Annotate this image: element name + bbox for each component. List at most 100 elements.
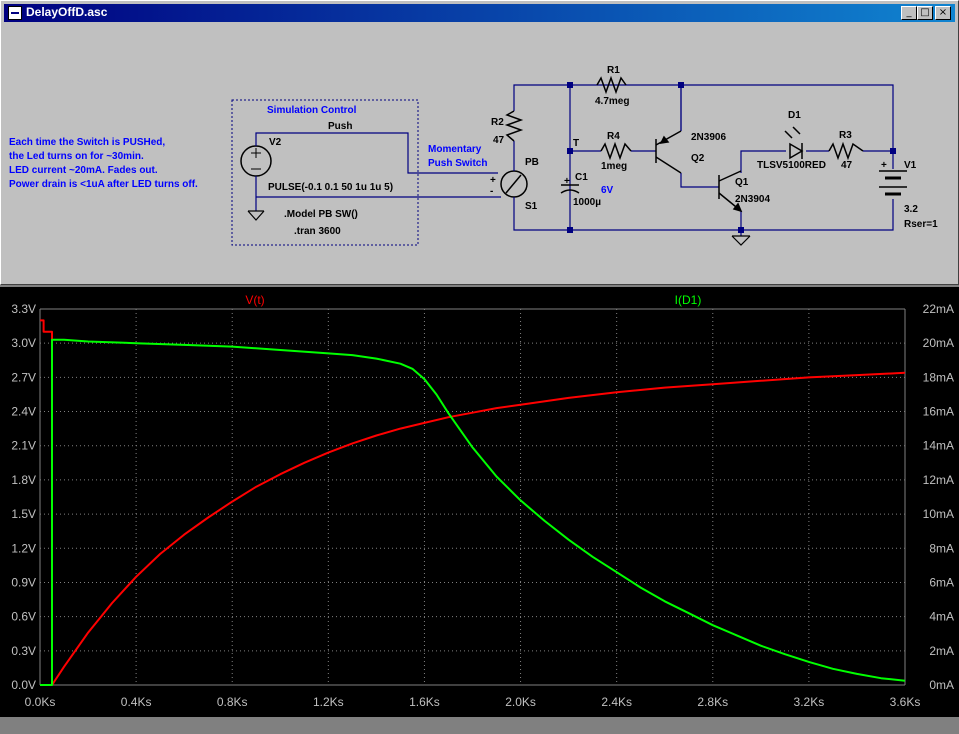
schematic-canvas[interactable]: Each time the Switch is PUSHed, the Led … xyxy=(4,24,955,282)
node-6v-label: 6V xyxy=(601,185,614,196)
right-axis-tick-label: 12mA xyxy=(923,473,954,487)
right-axis-tick-label: 8mA xyxy=(929,541,954,555)
trace-label-id1[interactable]: I(D1) xyxy=(675,293,702,307)
left-axis-tick-label: 2.4V xyxy=(11,405,36,419)
q2-name: Q2 xyxy=(691,153,705,164)
left-axis-tick-label: 3.0V xyxy=(11,336,36,350)
v2-value: PULSE(-0.1 0.1 50 1u 1u 5) xyxy=(268,182,393,193)
right-axis-tick-label: 0mA xyxy=(929,678,954,692)
r4-value: 1meg xyxy=(601,161,627,172)
v1-plus: + xyxy=(881,160,887,171)
q1-model: 2N3904 xyxy=(735,194,770,205)
window-title: DelayOffD.asc xyxy=(26,5,108,19)
waveform-plot-window[interactable]: 0.0V 0.3V 0.6V 0.9V 1.2V 1.5V 1.8V 2.1V 2.4V 2.7V… xyxy=(0,287,959,717)
r4-resistor-symbol[interactable] xyxy=(600,141,632,161)
left-axis-tick-label: 0.0V xyxy=(11,678,36,692)
r3-resistor-symbol[interactable] xyxy=(828,141,864,161)
note-line: the Led turns on for ~30min. xyxy=(9,151,144,162)
trace-label-vt[interactable]: V(t) xyxy=(245,293,264,307)
x-axis-tick-label: 0.4Ks xyxy=(121,695,152,709)
left-axis-tick-label: 1.5V xyxy=(11,507,36,521)
left-axis-tick-label: 1.8V xyxy=(11,473,36,487)
note-line: Each time the Switch is PUSHed, xyxy=(9,137,165,148)
right-axis-tick-label: 10mA xyxy=(923,507,954,521)
plot-traces[interactable] xyxy=(40,319,906,686)
x-axis-tick-label: 1.6Ks xyxy=(409,695,440,709)
switch-minus: - xyxy=(490,186,493,197)
note-line: LED current ~20mA. Fades out. xyxy=(9,165,158,176)
x-axis-tick-label: 3.6Ks xyxy=(890,695,921,709)
right-axis-tick-label: 18mA xyxy=(923,370,954,384)
r1-name: R1 xyxy=(607,65,620,76)
x-axis-tick-label: 1.2Ks xyxy=(313,695,344,709)
v2-name: V2 xyxy=(269,137,282,148)
right-axis-ticks: 0mA 2mA 4mA 6mA 8mA 10mA 12mA 14mA 16mA 18mA 20mA 2… xyxy=(923,302,954,692)
right-axis-tick-label: 20mA xyxy=(923,336,954,350)
x-axis-tick-label: 0.0Ks xyxy=(25,695,56,709)
v1-value: 3.2 xyxy=(904,204,918,215)
q2-model: 2N3906 xyxy=(691,132,726,143)
c1-value: 1000µ xyxy=(573,197,601,208)
schematic-notes: Each time the Switch is PUSHed, the Led … xyxy=(9,137,198,190)
close-button[interactable]: × xyxy=(935,6,951,20)
x-axis-tick-label: 3.2Ks xyxy=(794,695,825,709)
d1-model: TLSV5100RED xyxy=(757,160,826,171)
left-axis-tick-label: 2.7V xyxy=(11,370,36,384)
r3-name: R3 xyxy=(839,130,852,141)
right-axis-tick-label: 2mA xyxy=(929,644,954,658)
s1-label: S1 xyxy=(525,201,538,212)
right-axis-tick-label: 22mA xyxy=(923,302,954,316)
node-t-label: T xyxy=(573,138,579,149)
schematic-document-icon xyxy=(8,6,22,20)
schematic-window[interactable]: DelayOffD.asc _ □ × Each time the Switch… xyxy=(0,0,959,285)
left-axis-tick-label: 2.1V xyxy=(11,439,36,453)
switch-note-line: Push Switch xyxy=(428,158,487,169)
ground-icon xyxy=(247,210,265,221)
d1-name: D1 xyxy=(788,110,801,121)
note-line: Power drain is <1uA after LED turns off. xyxy=(9,179,198,190)
v1-name: V1 xyxy=(904,160,917,171)
plot-grid xyxy=(39,308,906,686)
c1-plus: + xyxy=(564,176,570,187)
left-axis-tick-label: 3.3V xyxy=(11,302,36,316)
left-axis-tick-label: 0.3V xyxy=(11,644,36,658)
left-axis-tick-label: 1.2V xyxy=(11,541,36,555)
r2-resistor-symbol[interactable] xyxy=(504,110,524,142)
x-axis-ticks: 0.0Ks 0.4Ks 0.8Ks 1.2Ks 1.6Ks 2.0Ks 2.4Ks 2.8Ks… xyxy=(25,695,921,709)
v2-source-symbol[interactable] xyxy=(240,145,272,177)
q1-name: Q1 xyxy=(735,177,749,188)
left-axis-ticks: 0.0V 0.3V 0.6V 0.9V 1.2V 1.5V 1.8V 2.1V 2.4V 2.7V… xyxy=(11,302,36,692)
push-switch-symbol[interactable] xyxy=(500,170,528,198)
r2-name: R2 xyxy=(491,117,504,128)
d1-led-symbol[interactable] xyxy=(784,126,804,160)
x-axis-tick-label: 0.8Ks xyxy=(217,695,248,709)
c1-name: C1 xyxy=(575,172,588,183)
right-axis-tick-label: 14mA xyxy=(923,439,954,453)
pb-label: PB xyxy=(525,157,539,168)
left-axis-tick-label: 0.6V xyxy=(11,610,36,624)
waveform-plot[interactable]: 0.0V 0.3V 0.6V 0.9V 1.2V 1.5V 1.8V 2.1V 2.4V 2.7V… xyxy=(0,287,959,717)
window-titlebar[interactable]: DelayOffD.asc _ □ × xyxy=(4,4,955,22)
x-axis-tick-label: 2.8Ks xyxy=(697,695,728,709)
r4-name: R4 xyxy=(607,131,620,142)
maximize-button[interactable]: □ xyxy=(917,6,933,20)
switch-note-line: Momentary xyxy=(428,144,482,155)
ground-icon xyxy=(731,235,751,246)
model-directive: .Model PB SW() xyxy=(284,209,358,220)
right-axis-tick-label: 16mA xyxy=(923,405,954,419)
q2-transistor-symbol[interactable] xyxy=(655,130,682,174)
r3-value: 47 xyxy=(841,160,853,171)
simulation-control-box[interactable] xyxy=(231,99,419,246)
trace-i-d1[interactable] xyxy=(40,338,906,686)
right-axis-tick-label: 4mA xyxy=(929,610,954,624)
r2-value: 47 xyxy=(493,135,505,146)
push-label: Push xyxy=(328,121,352,132)
v1-battery-symbol[interactable] xyxy=(879,170,907,196)
switch-plus: + xyxy=(490,175,496,186)
minimize-button[interactable]: _ xyxy=(901,6,917,20)
sim-box-title: Simulation Control xyxy=(267,105,357,116)
right-axis-tick-label: 6mA xyxy=(929,575,954,589)
x-axis-tick-label: 2.0Ks xyxy=(505,695,536,709)
v1-rser: Rser=1 xyxy=(904,219,938,230)
trace-v-t[interactable] xyxy=(40,319,906,686)
